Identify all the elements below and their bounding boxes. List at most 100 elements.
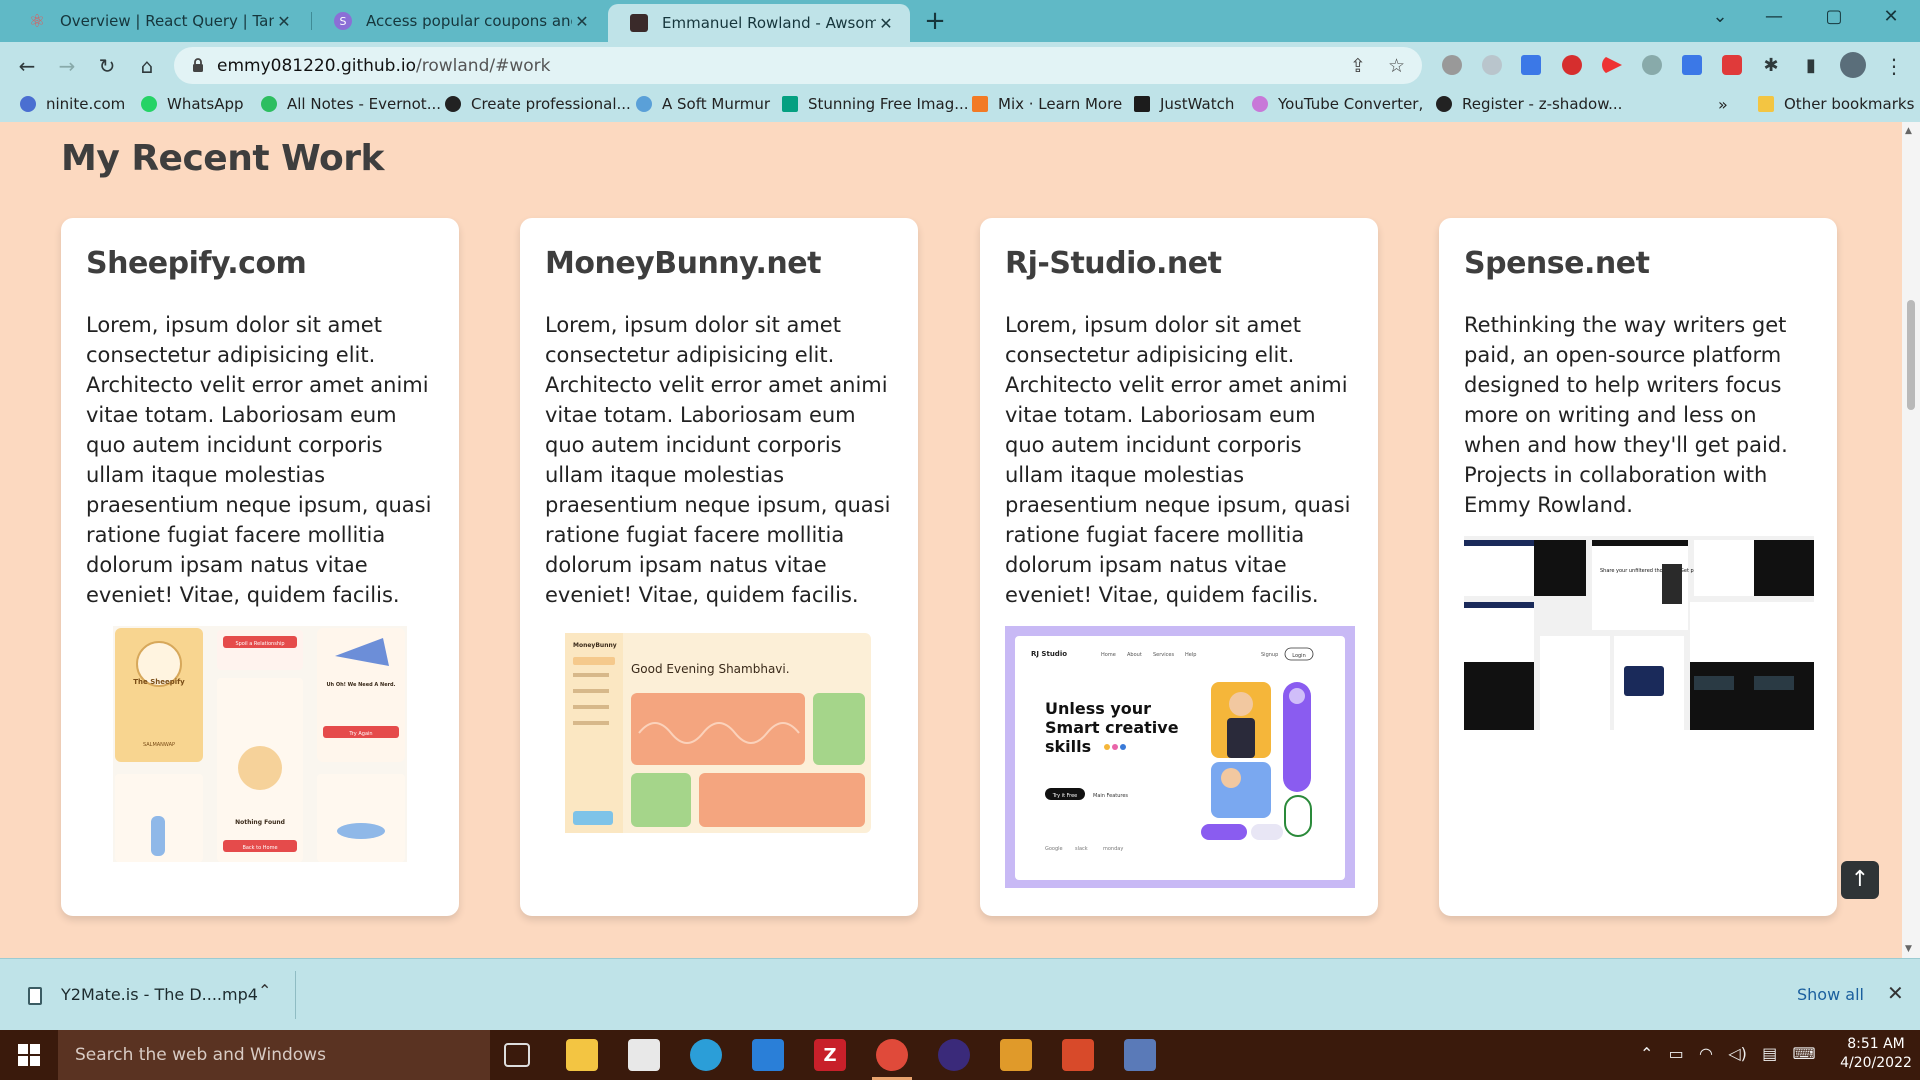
bookmark-register[interactable]: Register - z-shadow... <box>1436 95 1622 113</box>
project-preview-image[interactable]: Share your unfiltered thoughts. Get paid… <box>1464 536 1814 730</box>
tab-coupons[interactable]: S Access popular coupons and cashback ✕ <box>312 2 606 40</box>
bookmark-ninite[interactable]: ninite.com <box>20 95 125 113</box>
bookmark-label: Mix · Learn More <box>998 95 1123 113</box>
project-description: Lorem, ipsum dolor sit amet consectetur … <box>86 313 432 607</box>
bookmark-soft-murmur[interactable]: A Soft Murmur <box>636 95 770 113</box>
maximize-icon[interactable]: ▢ <box>1814 6 1854 27</box>
bookmarks-overflow-icon[interactable]: » <box>1718 95 1728 114</box>
profile-avatar[interactable] <box>1840 52 1866 78</box>
vscode-icon[interactable] <box>752 1039 784 1071</box>
lock-icon[interactable] <box>192 57 204 73</box>
project-title: MoneyBunny.net <box>545 246 821 281</box>
filezilla-icon[interactable]: Z <box>814 1039 846 1071</box>
project-preview-image[interactable]: The Sheepify SALMANWAP Spoil a Relations… <box>113 626 407 862</box>
store-icon[interactable] <box>628 1039 660 1071</box>
preview-nav-about: About <box>1127 652 1142 658</box>
extension-flower-icon[interactable] <box>1482 55 1502 75</box>
extension-dots-icon[interactable] <box>1642 55 1662 75</box>
task-view-icon[interactable] <box>504 1043 530 1067</box>
url-text[interactable]: emmy081220.github.io/rowland/#work <box>217 56 550 76</box>
taskbar-clock[interactable]: 8:51 AM 4/20/2022 <box>1836 1035 1916 1073</box>
close-tab-icon[interactable]: ✕ <box>274 12 294 31</box>
bookmark-label: JustWatch <box>1160 95 1235 113</box>
extension-gear-icon[interactable] <box>1442 55 1462 75</box>
back-to-top-button[interactable]: ↑ <box>1841 861 1879 899</box>
more-menu-icon[interactable]: ⋮ <box>1880 52 1908 80</box>
extension-screen-icon[interactable] <box>1682 55 1702 75</box>
tab-search-icon[interactable]: ⌄ <box>1700 6 1740 27</box>
close-icon[interactable]: ✕ <box>1887 981 1904 1005</box>
bookmark-star-icon[interactable]: ☆ <box>1388 55 1405 77</box>
extension-m-icon[interactable] <box>1562 55 1582 75</box>
url-path: /rowland/#work <box>416 56 551 76</box>
share-icon[interactable]: ⇪ <box>1350 55 1366 77</box>
chevron-up-icon[interactable]: ⌃ <box>258 981 271 1000</box>
bookmark-pexels[interactable]: Stunning Free Imag... <box>782 95 969 113</box>
scroll-down-icon[interactable]: ▼ <box>1905 944 1912 954</box>
show-all-downloads-link[interactable]: Show all <box>1797 985 1864 1004</box>
bookmark-whatsapp[interactable]: WhatsApp <box>141 95 244 113</box>
extension-arrow-icon[interactable] <box>1602 55 1622 75</box>
project-card-moneybunny: MoneyBunny.net Lorem, ipsum dolor sit am… <box>520 218 918 916</box>
bookmark-label: All Notes - Evernot... <box>287 95 441 113</box>
address-bar[interactable]: emmy081220.github.io/rowland/#work ⇪ ☆ <box>174 47 1422 84</box>
home-icon[interactable]: ⌂ <box>133 52 161 80</box>
back-icon[interactable]: ← <box>13 52 41 80</box>
bookmark-evernote[interactable]: All Notes - Evernot... <box>261 95 441 113</box>
bookmark-label: WhatsApp <box>167 95 244 113</box>
tab-emmanuel-rowland[interactable]: Emmanuel Rowland - Awsome Work ✕ <box>608 4 910 42</box>
taskbar-search-input[interactable]: Search the web and Windows <box>58 1030 490 1080</box>
other-bookmarks[interactable]: Other bookmarks <box>1758 95 1914 113</box>
project-title: Spense.net <box>1464 246 1650 281</box>
bookmark-label: ninite.com <box>46 95 126 113</box>
project-preview-image[interactable]: MoneyBunny Good Evening Shambhavi. <box>565 633 871 833</box>
browser-tab-bar: ⚛ Overview | React Query | TanStack ✕ S … <box>0 0 1920 42</box>
forward-icon[interactable]: → <box>53 52 81 80</box>
network-app-icon[interactable] <box>1124 1039 1156 1071</box>
minimize-icon[interactable]: — <box>1754 6 1794 27</box>
close-tab-icon[interactable]: ✕ <box>572 12 592 31</box>
evernote-icon <box>261 96 277 112</box>
preview-hero-text: Share your unfiltered thoughts. Get paid… <box>1600 568 1703 574</box>
bookmarks-bar: ninite.com WhatsApp All Notes - Evernot.… <box>0 89 1920 122</box>
translate-icon[interactable] <box>1521 55 1541 75</box>
chrome-icon[interactable] <box>872 1039 912 1080</box>
side-panel-icon[interactable]: ▮ <box>1797 52 1825 80</box>
eclipse-icon[interactable] <box>938 1039 970 1071</box>
preview-app-name: The Sheepify <box>133 678 185 686</box>
git-icon[interactable] <box>1062 1039 1094 1071</box>
bookmark-create-professional[interactable]: Create professional... <box>445 95 631 113</box>
extension-camera-icon[interactable] <box>1722 55 1742 75</box>
edge-icon[interactable] <box>690 1039 722 1071</box>
project-card-spense: Spense.net Rethinking the way writers ge… <box>1439 218 1837 916</box>
system-tray[interactable]: ⌃ ▭ ◠ ◁) ▤ ⌨ <box>1640 1044 1816 1063</box>
project-description: Lorem, ipsum dolor sit amet consectetur … <box>1005 313 1351 607</box>
project-preview-image[interactable]: RJ Studio Home About Services Help Signu… <box>1005 626 1355 888</box>
extensions-puzzle-icon[interactable]: ✱ <box>1757 52 1785 80</box>
file-explorer-icon[interactable] <box>566 1039 598 1071</box>
mix-icon <box>972 96 988 112</box>
preview-cta: Try it Free <box>1052 793 1077 799</box>
project-title: Sheepify.com <box>86 246 307 281</box>
whatsapp-icon <box>141 96 157 112</box>
git-gui-icon[interactable] <box>1000 1039 1032 1071</box>
page-scrollbar[interactable]: ▲ ▼ <box>1902 122 1920 958</box>
bookmark-youtube-converter[interactable]: YouTube Converter, <box>1252 95 1423 113</box>
reload-icon[interactable]: ↻ <box>93 52 121 80</box>
globe-icon <box>445 96 461 112</box>
page-content: My Recent Work Sheepify.com Lorem, ipsum… <box>0 122 1902 958</box>
scroll-thumb[interactable] <box>1907 300 1915 410</box>
close-tab-icon[interactable]: ✕ <box>876 14 896 33</box>
tab-react-query[interactable]: ⚛ Overview | React Query | TanStack ✕ <box>6 2 308 40</box>
download-shelf: Y2Mate.is - The D....mp4 ⌃ Show all ✕ <box>0 958 1920 1030</box>
windows-start-icon[interactable] <box>18 1044 40 1066</box>
bookmark-mix[interactable]: Mix · Learn More <box>972 95 1122 113</box>
globe-icon <box>1436 96 1452 112</box>
project-card-rj-studio: Rj-Studio.net Lorem, ipsum dolor sit ame… <box>980 218 1378 916</box>
download-filename[interactable]: Y2Mate.is - The D....mp4 <box>61 985 258 1004</box>
new-tab-button[interactable]: + <box>921 6 949 36</box>
preview-logo: RJ Studio <box>1031 650 1067 658</box>
scroll-up-icon[interactable]: ▲ <box>1905 126 1912 136</box>
bookmark-justwatch[interactable]: JustWatch <box>1134 95 1234 113</box>
close-window-icon[interactable]: ✕ <box>1871 6 1911 27</box>
